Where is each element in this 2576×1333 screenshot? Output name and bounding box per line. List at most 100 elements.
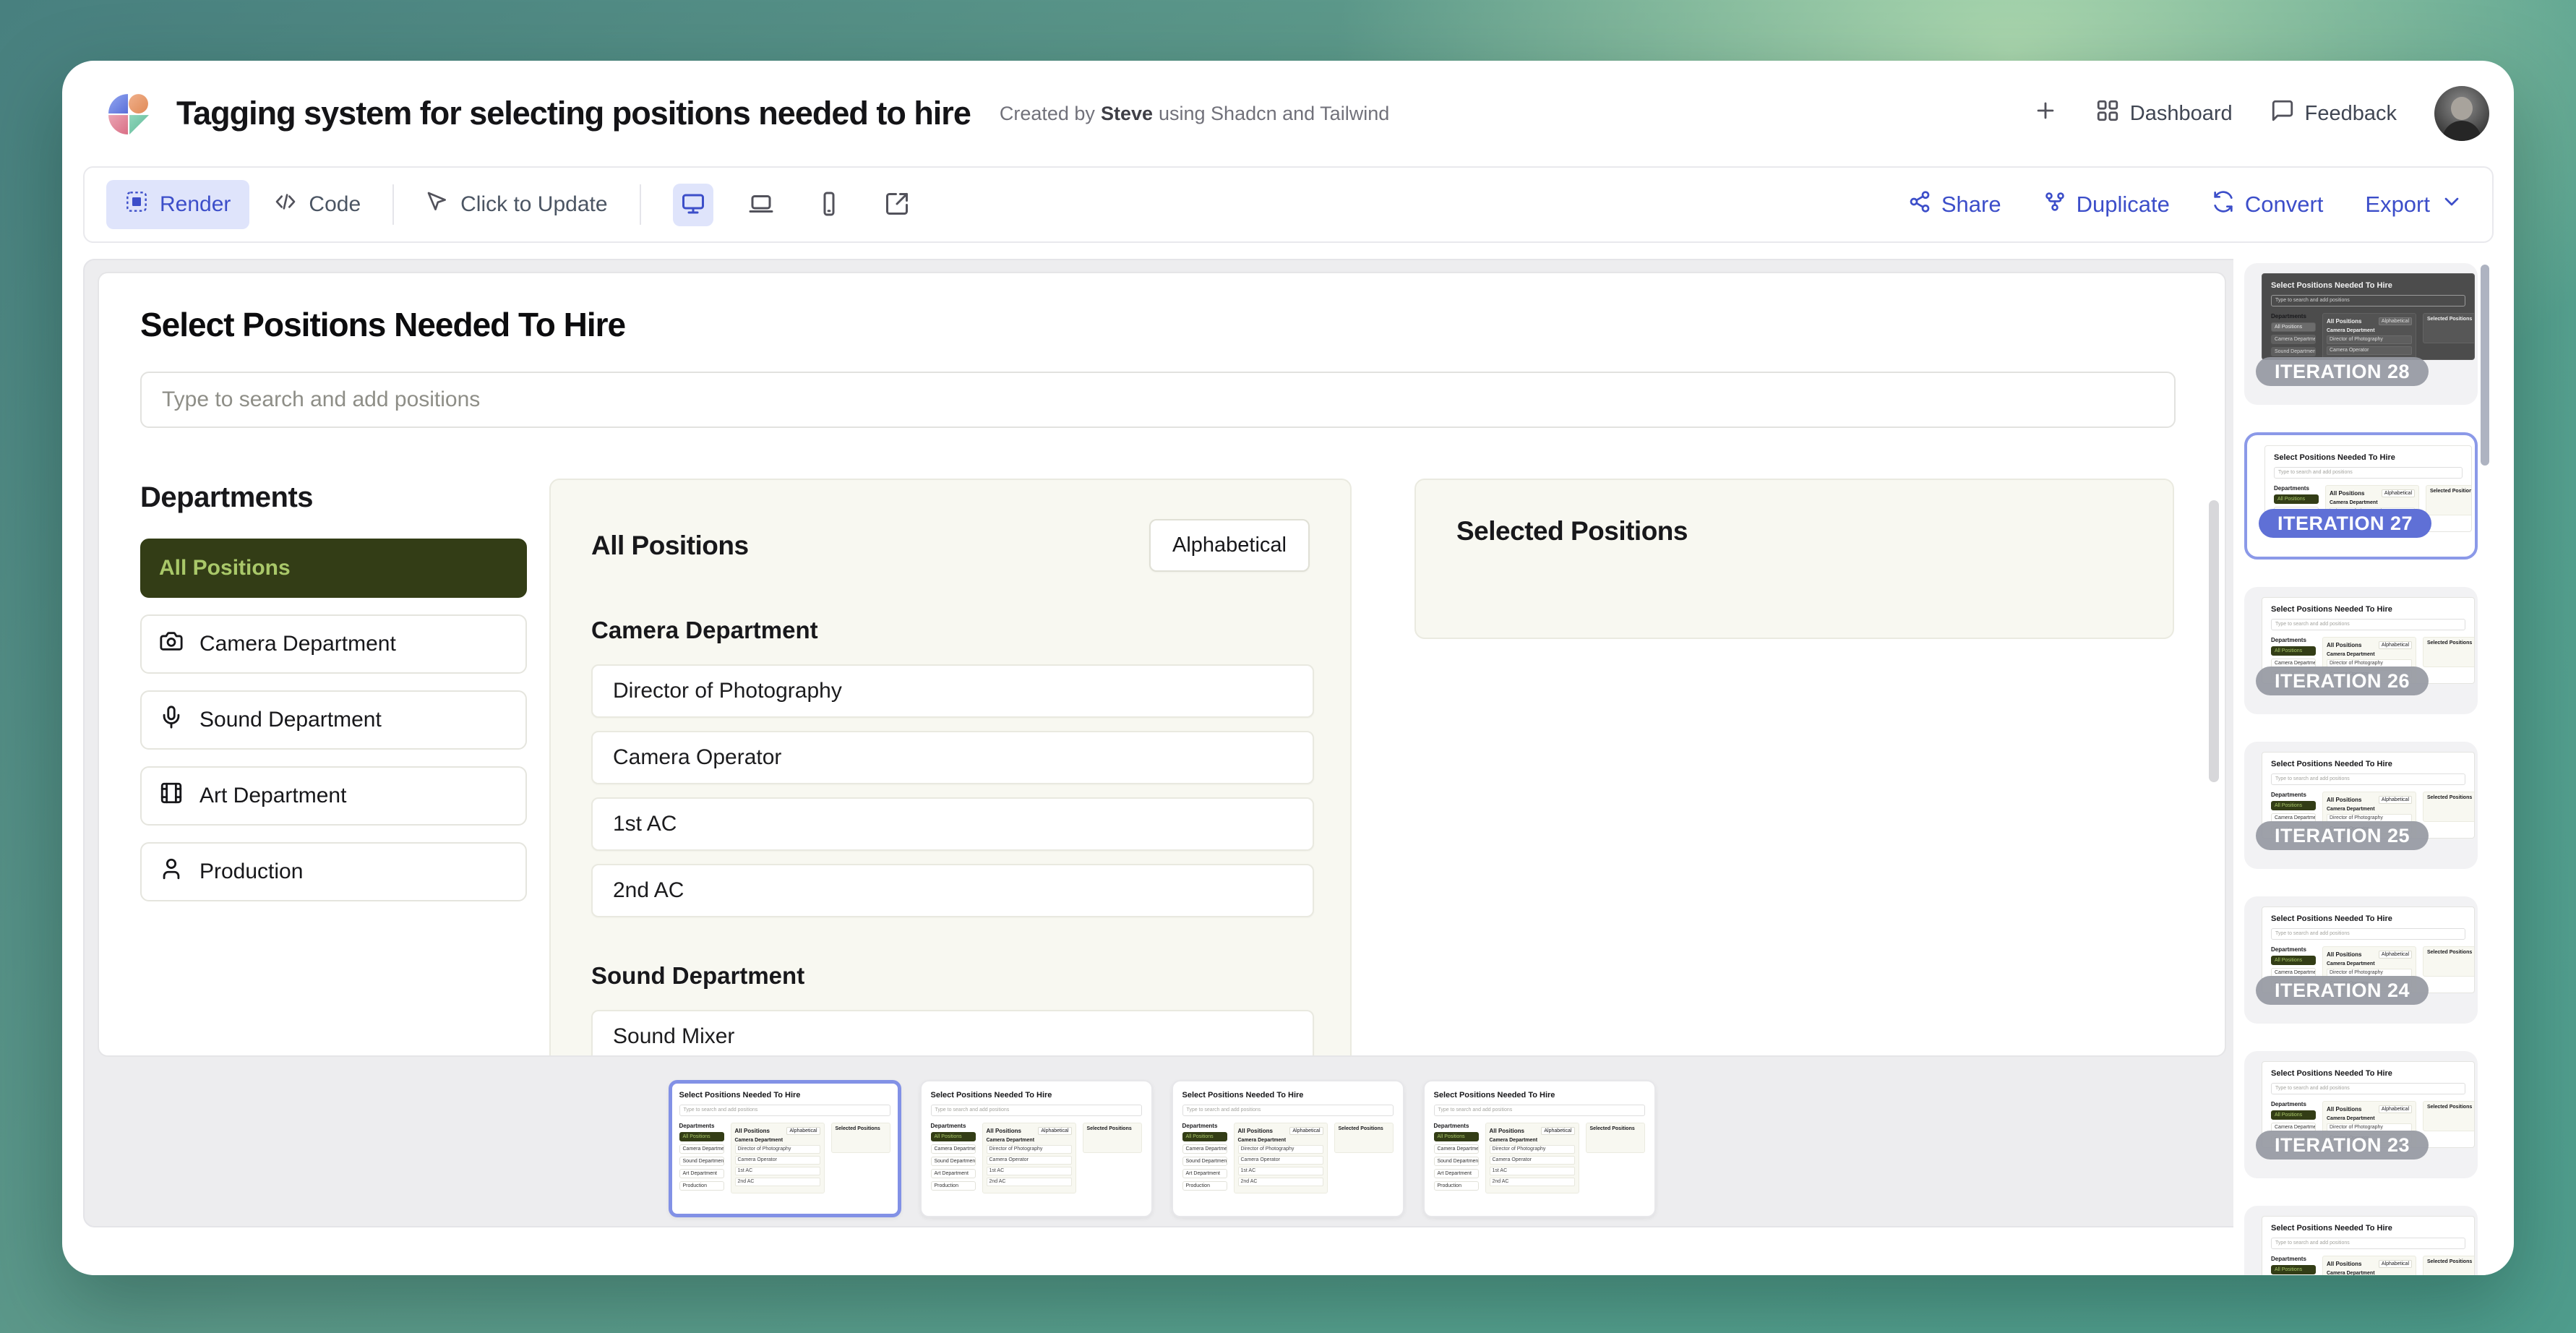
convert-label: Convert (2245, 192, 2324, 218)
convert-button[interactable]: Convert (2212, 190, 2324, 219)
mini-position-row: Camera Operator (735, 1156, 820, 1165)
mini-all-positions-heading: All Positions (1490, 1128, 1524, 1134)
open-in-new-window-button[interactable] (877, 184, 917, 226)
department-button[interactable]: Camera Department (140, 614, 527, 674)
sidebar-scrollbar[interactable] (2481, 265, 2489, 466)
byline: Created by Steve using Shadcn and Tailwi… (1000, 103, 1389, 125)
mini-selected: Selected Positions (2423, 1101, 2475, 1148)
mini-preview: Select Positions Needed To HireType to s… (931, 1091, 1142, 1206)
department-button[interactable]: Production (140, 842, 527, 901)
carousel-thumbnail[interactable]: Select Positions Needed To HireType to s… (920, 1080, 1153, 1217)
position-row[interactable]: Camera Operator (591, 731, 1314, 784)
tablet-view-button[interactable] (741, 184, 781, 226)
mini-selected-panel: Selected Positions (1083, 1123, 1142, 1153)
sort-alphabetical-button[interactable]: Alphabetical (1149, 519, 1310, 572)
microphone-icon (159, 705, 184, 735)
mini-departments: DepartmentsAll PositionsCamera Departmen… (1434, 1123, 1479, 1193)
toolbar-actions: Share Duplicate Convert Export (1908, 190, 2470, 219)
position-row[interactable]: 1st AC (591, 797, 1314, 851)
mini-sort-button: Alphabetical (2379, 1105, 2412, 1113)
header-actions: Dashboard Feedback (2033, 86, 2489, 141)
iteration-card[interactable]: Select Positions Needed To HireType to s… (2244, 432, 2478, 560)
mobile-view-button[interactable] (809, 184, 849, 226)
search-input[interactable] (140, 372, 2176, 428)
dashboard-button[interactable]: Dashboard (2095, 98, 2233, 129)
mini-department-button: Camera Department (1182, 1144, 1227, 1154)
mini-position-row: 1st AC (1490, 1167, 1575, 1175)
mini-group-heading: Camera Department (1238, 1138, 1323, 1143)
position-row[interactable]: 2nd AC (591, 864, 1314, 917)
iteration-badge: ITERATION 23 (2256, 1131, 2429, 1160)
iteration-card[interactable]: Select Positions Needed To HireType to s… (2244, 587, 2478, 714)
mini-position-row: Camera Operator (1490, 1156, 1575, 1165)
code-tab[interactable]: Code (274, 190, 361, 219)
department-button[interactable]: All Positions (140, 539, 527, 598)
mini-all-positions-header: All PositionsAlphabetical (2330, 489, 2415, 497)
mini-sort-button: Alphabetical (2382, 489, 2415, 497)
monitor-icon (680, 191, 706, 219)
render-icon (125, 190, 148, 219)
mini-columns: DepartmentsAll PositionsCamera Departmen… (1434, 1123, 1645, 1193)
page-title: Tagging system for selecting positions n… (176, 95, 971, 132)
share-label: Share (1941, 192, 2001, 218)
mini-heading: Select Positions Needed To Hire (2271, 760, 2465, 768)
department-button[interactable]: Art Department (140, 766, 527, 826)
carousel-thumbnail[interactable]: Select Positions Needed To HireType to s… (1423, 1080, 1656, 1217)
mini-all-positions-heading: All Positions (1238, 1128, 1273, 1134)
new-project-button[interactable] (2033, 98, 2058, 129)
desktop-view-button[interactable] (673, 184, 713, 226)
mini-department-button: Art Department (679, 1169, 724, 1178)
camera-icon (159, 629, 184, 659)
mini-selected: Selected Positions (2423, 637, 2475, 684)
duplicate-button[interactable]: Duplicate (2043, 190, 2170, 219)
position-row[interactable]: Sound Mixer (591, 1010, 1314, 1057)
mini-department-button: All Positions (2274, 494, 2319, 504)
mini-selected: Selected Positions (2423, 313, 2475, 360)
toolbar-divider (640, 184, 641, 225)
film-icon (159, 781, 184, 811)
carousel-thumbnail[interactable]: Select Positions Needed To HireType to s… (669, 1080, 901, 1217)
departments-heading: Departments (140, 481, 527, 514)
mini-heading: Select Positions Needed To Hire (2271, 1224, 2465, 1233)
render-label: Render (160, 192, 231, 217)
iteration-card[interactable]: Select Positions Needed To HireType to s… (2244, 896, 2478, 1024)
mini-selected-heading: Selected Positions (2427, 1105, 2472, 1110)
app-scrollbar[interactable] (2209, 500, 2219, 782)
mini-selected-panel: Selected Positions (2423, 1256, 2475, 1275)
department-button[interactable]: Sound Department (140, 690, 527, 750)
iteration-card[interactable]: Select Positions Needed To HireType to s… (2244, 263, 2478, 405)
iteration-card[interactable]: Select Positions Needed To Hire Type to s… (2244, 742, 2478, 869)
carousel-thumbnail[interactable]: Select Positions Needed To HireType to s… (1172, 1080, 1404, 1217)
share-button[interactable]: Share (1908, 190, 2001, 219)
mini-heading: Select Positions Needed To Hire (931, 1091, 1142, 1100)
laptop-icon (748, 191, 774, 219)
mini-department-button: Sound Department (2271, 347, 2316, 356)
mini-selected-panel: Selected Positions (2423, 313, 2475, 343)
byline-suffix: using Shadcn and Tailwind (1159, 103, 1389, 125)
mini-search-input: Type to search and add positions (1182, 1105, 1394, 1116)
mini-position-row: 1st AC (987, 1167, 1072, 1175)
mini-department-button: Production (1434, 1181, 1479, 1191)
export-button[interactable]: Export (2365, 190, 2463, 219)
mini-group-heading: Camera Department (2327, 1116, 2412, 1121)
app-header: Tagging system for selecting positions n… (62, 61, 2514, 166)
iteration-card[interactable]: Select Positions Needed To Hire Type to s… (2244, 1206, 2478, 1275)
feedback-button[interactable]: Feedback (2270, 98, 2397, 129)
export-label: Export (2365, 192, 2430, 218)
click-to-update-button[interactable]: Click to Update (426, 190, 607, 219)
mini-selected-heading: Selected Positions (2427, 1259, 2472, 1264)
mini-search-input: Type to search and add positions (2271, 1238, 2465, 1249)
toolbar: Render Code Click to Update (83, 166, 2494, 243)
mini-selected-panel: Selected Positions (2423, 1101, 2475, 1131)
mini-heading: Select Positions Needed To Hire (1434, 1091, 1645, 1100)
mini-group-heading: Camera Department (2327, 961, 2412, 966)
render-tab[interactable]: Render (106, 180, 249, 229)
position-row[interactable]: Director of Photography (591, 664, 1314, 718)
iteration-card[interactable]: Select Positions Needed To HireType to s… (2244, 1051, 2478, 1178)
avatar[interactable] (2434, 86, 2489, 141)
mini-all-positions-heading: All Positions (2327, 1261, 2361, 1267)
mini-selected-panel: Selected Positions (831, 1123, 890, 1153)
mini-search-input: Type to search and add positions (2271, 773, 2465, 785)
mini-selected: Selected Positions (2423, 946, 2475, 993)
mini-departments-heading: Departments (679, 1123, 724, 1129)
